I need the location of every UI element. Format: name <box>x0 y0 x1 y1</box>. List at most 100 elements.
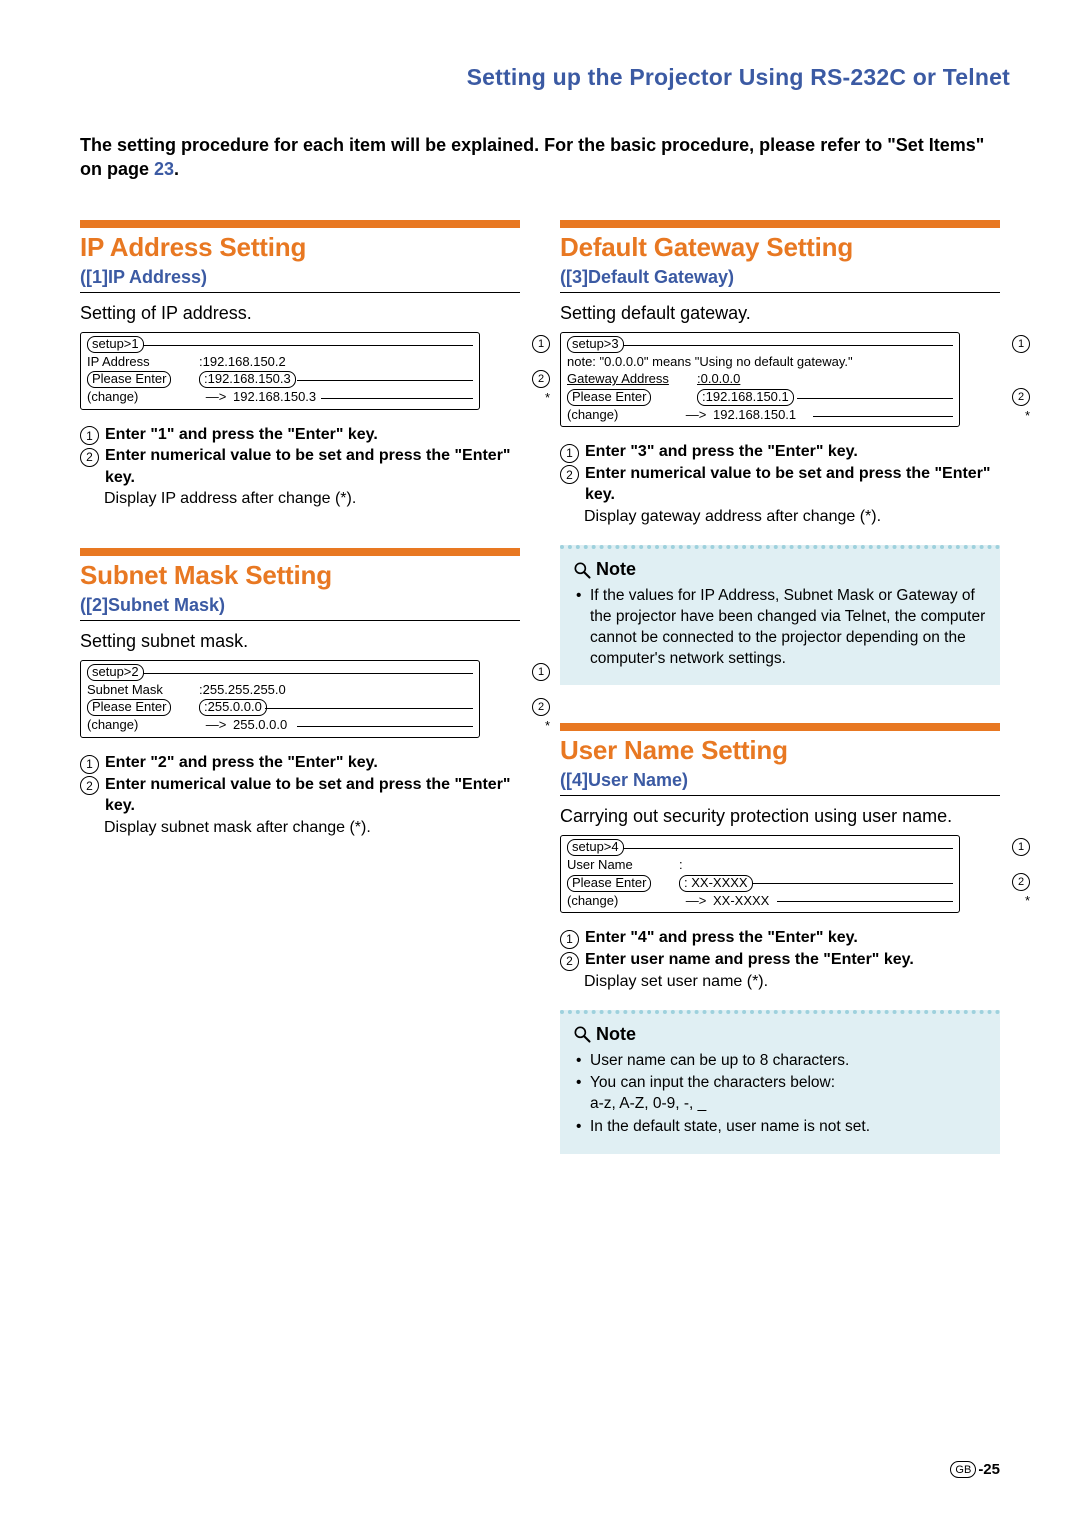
note-item-chars: a-z, A-Z, 0-9, -, _ <box>590 1095 706 1112</box>
connector <box>143 673 473 674</box>
terminal-change: (change) <box>87 388 199 406</box>
callout-1: 1 <box>1012 335 1030 353</box>
terminal-arrow: —> <box>199 716 233 734</box>
callout-1: 1 <box>532 663 550 681</box>
callout-2: 2 <box>1012 873 1030 891</box>
connector <box>321 398 473 399</box>
section-subtitle-ip: ([1]IP Address) <box>80 267 520 292</box>
page-num-value: -25 <box>978 1461 1000 1478</box>
terminal-arrow: —> <box>679 406 713 424</box>
section-bar <box>80 220 520 228</box>
callout-star: * <box>1023 408 1030 423</box>
callout-star: * <box>543 390 550 405</box>
terminal-subnet-wrap: setup>2 Subnet Mask:255.255.255.0 Please… <box>80 660 520 738</box>
page-number: GB-25 <box>950 1461 1000 1478</box>
connector <box>623 345 953 346</box>
terminal-entry: :192.168.150.3 <box>199 371 296 388</box>
terminal-value: :255.255.255.0 <box>199 681 473 699</box>
intro-text-b: . <box>174 159 179 179</box>
step-2-text: Enter numerical value to be set and pres… <box>585 465 991 504</box>
terminal-entry: : XX-XXXX <box>679 875 753 892</box>
terminal-arrow: —> <box>199 388 233 406</box>
terminal-value: :0.0.0.0 <box>697 370 740 388</box>
step-num-2: 2 <box>560 465 579 484</box>
connector <box>297 726 473 727</box>
terminal-label: Gateway Address <box>567 370 697 388</box>
terminal-gateway-wrap: setup>3 note: "0.0.0.0" means "Using no … <box>560 332 1000 428</box>
lead-ip: Setting of IP address. <box>80 303 520 324</box>
section-title-subnet: Subnet Mask Setting <box>80 560 520 591</box>
step-2-text: Enter user name and press the "Enter" ke… <box>585 951 914 968</box>
terminal-please-enter: Please Enter <box>87 371 171 388</box>
right-column: Default Gateway Setting ([3]Default Gate… <box>560 220 1000 1155</box>
note-heading: Note <box>572 557 988 581</box>
connector <box>623 848 953 849</box>
note-icon <box>572 560 592 580</box>
terminal-value: :192.168.150.2 <box>199 353 473 371</box>
section-title-gateway: Default Gateway Setting <box>560 232 1000 263</box>
step-num-1: 1 <box>80 426 99 445</box>
terminal-cmd: setup>1 <box>87 336 144 353</box>
lead-subnet: Setting subnet mask. <box>80 631 520 652</box>
connector <box>265 708 473 709</box>
left-column: IP Address Setting ([1]IP Address) Setti… <box>80 220 520 1155</box>
lead-gateway: Setting default gateway. <box>560 303 1000 324</box>
terminal-entry: :192.168.150.1 <box>697 389 794 406</box>
note-item: If the values for IP Address, Subnet Mas… <box>590 586 988 670</box>
callout-star: * <box>1023 893 1030 908</box>
callout-2: 2 <box>532 698 550 716</box>
terminal-arrow: —> <box>679 892 713 910</box>
after-text: Display IP address after change (*). <box>104 488 520 510</box>
step-num-2: 2 <box>560 952 579 971</box>
terminal-entry: :255.0.0.0 <box>199 699 267 716</box>
terminal-ip: setup>1 IP Address:192.168.150.2 Please … <box>80 332 480 410</box>
terminal-cmd: setup>4 <box>567 839 624 856</box>
lead-user: Carrying out security protection using u… <box>560 806 1000 827</box>
step-1-text: Enter "4" and press the "Enter" key. <box>585 929 858 946</box>
terminal-subnet: setup>2 Subnet Mask:255.255.255.0 Please… <box>80 660 480 738</box>
step-num-1: 1 <box>560 444 579 463</box>
intro-paragraph: The setting procedure for each item will… <box>80 133 1010 182</box>
note-item: In the default state, user name is not s… <box>590 1117 988 1138</box>
section-subtitle-user: ([4]User Name) <box>560 770 1000 795</box>
rule <box>560 292 1000 293</box>
gb-badge: GB <box>950 1461 976 1478</box>
terminal-please-enter: Please Enter <box>87 699 171 716</box>
note-gateway: Note If the values for IP Address, Subne… <box>560 545 1000 685</box>
terminal-cmd: setup>2 <box>87 664 144 681</box>
section-bar <box>80 548 520 556</box>
steps-ip: 1Enter "1" and press the "Enter" key. 2E… <box>80 424 520 510</box>
section-subtitle-subnet: ([2]Subnet Mask) <box>80 595 520 620</box>
page-link[interactable]: 23 <box>154 159 174 179</box>
step-1-text: Enter "3" and press the "Enter" key. <box>585 443 858 460</box>
rule <box>560 795 1000 796</box>
after-text: Display gateway address after change (*)… <box>584 506 1000 528</box>
section-title-ip: IP Address Setting <box>80 232 520 263</box>
section-bar <box>560 723 1000 731</box>
connector <box>297 380 473 381</box>
step-num-1: 1 <box>80 755 99 774</box>
callout-2: 2 <box>1012 388 1030 406</box>
manual-page: Setting up the Projector Using RS-232C o… <box>0 0 1080 1524</box>
terminal-ip-wrap: setup>1 IP Address:192.168.150.2 Please … <box>80 332 520 410</box>
connector <box>143 345 473 346</box>
connector <box>777 901 953 902</box>
note-item-text: You can input the characters below: <box>590 1074 835 1091</box>
section-title-user: User Name Setting <box>560 735 1000 766</box>
terminal-user: setup>4 User Name: Please Enter: XX-XXXX… <box>560 835 960 913</box>
step-2-text: Enter numerical value to be set and pres… <box>105 447 511 486</box>
callout-1: 1 <box>1012 838 1030 856</box>
step-num-2: 2 <box>80 448 99 467</box>
note-icon <box>572 1024 592 1044</box>
terminal-change: (change) <box>567 892 679 910</box>
note-user: Note User name can be up to 8 characters… <box>560 1010 1000 1154</box>
note-head-text: Note <box>596 1022 636 1046</box>
terminal-label: IP Address <box>87 353 199 371</box>
step-1-text: Enter "2" and press the "Enter" key. <box>105 754 378 771</box>
callout-1: 1 <box>532 335 550 353</box>
section-subtitle-gateway: ([3]Default Gateway) <box>560 267 1000 292</box>
note-heading: Note <box>572 1022 988 1046</box>
terminal-please-enter: Please Enter <box>567 389 651 406</box>
terminal-label: User Name <box>567 856 679 874</box>
step-2-text: Enter numerical value to be set and pres… <box>105 776 511 815</box>
